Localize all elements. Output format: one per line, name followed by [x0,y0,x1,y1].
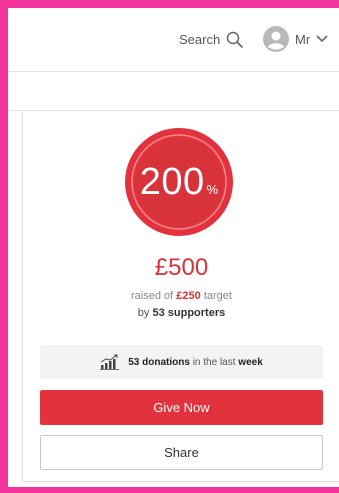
donations-count: 53 donations [128,356,190,368]
donations-period: week [238,356,263,368]
supporters-line: by 53 supporters [23,307,339,319]
target-suffix: target [203,290,232,302]
target-amount: £250 [176,290,201,302]
share-button[interactable]: Share [40,435,323,470]
donations-middle: in the last [192,356,236,368]
user-menu-button[interactable]: Mr [263,22,328,56]
donations-stats: 53 donations in the last week [40,345,323,379]
search-icon [226,31,244,48]
frame-left-border [0,0,8,493]
fundraiser-card: 200 % £500 raised of £250 target by 53 s… [22,112,339,482]
supporters-prefix: by [137,307,150,319]
site-header: Search Mr [8,8,339,72]
search-button[interactable]: Search [179,24,244,54]
raised-prefix: raised of [131,290,174,302]
avatar-icon [263,26,289,52]
give-now-button[interactable]: Give Now [40,390,323,425]
frame-top-border [0,0,339,8]
donations-text: 53 donations in the last week [128,357,263,368]
supporters-count: 53 supporters [152,307,226,319]
subheader-band [8,73,339,111]
frame-bottom-border [0,487,339,493]
target-line: raised of £250 target [23,290,339,302]
search-label: Search [179,31,221,47]
chart-growth-icon [100,354,120,370]
user-name: Mr [295,31,311,47]
raised-amount: £500 [154,254,209,281]
chevron-down-icon [316,35,328,43]
progress-ring: 200 % [125,128,233,236]
